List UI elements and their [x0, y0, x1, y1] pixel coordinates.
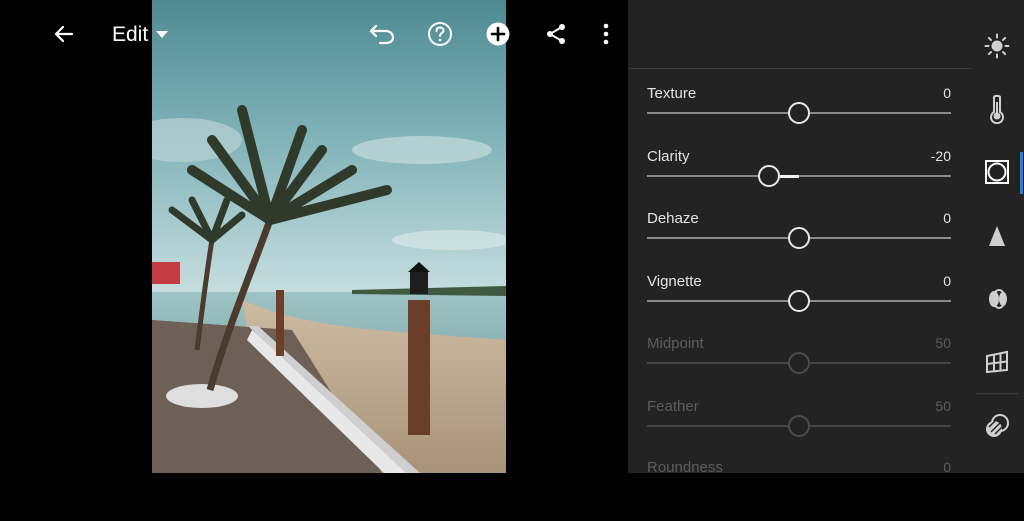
- top-toolbar: Edit: [0, 0, 628, 68]
- rail-divider: [976, 393, 1018, 394]
- selected-tool-indicator: [1020, 152, 1023, 194]
- share-icon[interactable]: [536, 14, 576, 54]
- slider-value[interactable]: 0: [943, 85, 951, 101]
- slider-value: 50: [935, 398, 951, 414]
- slider-dehaze: Dehaze 0: [628, 210, 971, 272]
- slider-clarity: Clarity -20: [628, 148, 971, 210]
- arrow-left-icon[interactable]: [44, 14, 84, 54]
- slider-handle: [788, 352, 810, 374]
- edit-label: Edit: [112, 23, 149, 46]
- slider-label: Dehaze: [647, 210, 699, 227]
- slider-label: Roundness: [647, 459, 723, 476]
- slider-value[interactable]: 0: [943, 210, 951, 226]
- slider-handle: [788, 415, 810, 437]
- slider-label: Feather: [647, 398, 699, 415]
- presets-icon[interactable]: [982, 411, 1012, 441]
- slider-label: Vignette: [647, 273, 702, 290]
- detail-icon[interactable]: [982, 221, 1012, 251]
- edit-mode-dropdown[interactable]: Edit: [112, 18, 169, 52]
- slider-handle[interactable]: [788, 227, 810, 249]
- slider-handle[interactable]: [788, 290, 810, 312]
- beach-photo: [152, 0, 506, 473]
- more-vertical-icon[interactable]: [586, 14, 626, 54]
- effects-panel: Texture 0 Clarity -20 Dehaze 0 Vignette …: [628, 0, 971, 476]
- slider-roundness: Roundness 0: [628, 459, 971, 521]
- slider-vignette: Vignette 0: [628, 273, 971, 335]
- slider-label: Clarity: [647, 148, 690, 165]
- slider-feather: Feather 50: [628, 398, 971, 460]
- slider-value[interactable]: 0: [943, 273, 951, 289]
- undo-icon[interactable]: [362, 14, 402, 54]
- add-icon[interactable]: [478, 14, 518, 54]
- slider-fill: [779, 175, 799, 178]
- slider-label: Midpoint: [647, 335, 704, 352]
- optics-icon[interactable]: [982, 284, 1012, 314]
- panel-header: [628, 0, 971, 69]
- caret-down-icon: [156, 31, 169, 38]
- slider-track[interactable]: [647, 175, 951, 177]
- slider-value: 50: [935, 335, 951, 351]
- slider-value[interactable]: -20: [931, 148, 951, 164]
- slider-texture: Texture 0: [628, 85, 971, 147]
- light-icon[interactable]: [982, 31, 1012, 61]
- slider-midpoint: Midpoint 50: [628, 335, 971, 397]
- slider-label: Texture: [647, 85, 697, 102]
- help-icon[interactable]: [420, 14, 460, 54]
- color-icon[interactable]: [982, 94, 1012, 124]
- effects-icon[interactable]: [982, 157, 1012, 187]
- geometry-icon[interactable]: [982, 347, 1012, 377]
- photo-preview[interactable]: [152, 0, 506, 473]
- tool-rail: [971, 0, 1024, 473]
- slider-handle[interactable]: [757, 165, 780, 187]
- slider-handle[interactable]: [788, 102, 810, 124]
